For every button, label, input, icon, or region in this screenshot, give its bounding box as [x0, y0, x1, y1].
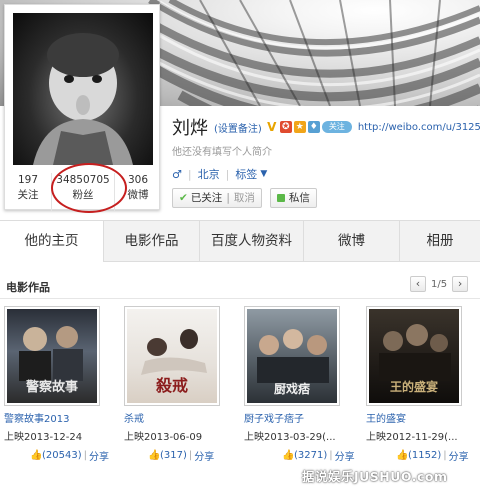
- like-count[interactable]: (317): [160, 450, 187, 461]
- avatar[interactable]: [13, 13, 153, 165]
- tags-link[interactable]: 标签: [235, 166, 257, 182]
- poster-title-text: 警察故事: [26, 379, 78, 395]
- following-label: 关注: [17, 189, 39, 201]
- meta-separator: |: [226, 192, 230, 204]
- profile-url-link[interactable]: http://weibo.com/u/3125046087: [358, 122, 480, 133]
- chevron-down-icon[interactable]: ▼: [260, 169, 267, 179]
- tab-home[interactable]: 他的主页: [0, 221, 104, 262]
- movie-like-row: 👍 (3271) | 分享: [282, 448, 355, 463]
- profile-name: 刘烨: [172, 118, 208, 139]
- movie-release-date: 上映2013-12-24: [4, 432, 83, 443]
- thumbs-up-icon[interactable]: 👍: [282, 450, 294, 461]
- movie-title-link[interactable]: 王的盛宴: [366, 410, 476, 425]
- message-button[interactable]: 私信: [269, 188, 317, 208]
- meta-separator: |: [188, 450, 193, 461]
- movie-release-date: 上映2013-06-09: [124, 432, 203, 443]
- location-link[interactable]: 北京: [198, 166, 220, 182]
- tab-album[interactable]: 相册: [400, 221, 480, 262]
- share-link[interactable]: 分享: [335, 448, 355, 463]
- meta-separator: |: [329, 450, 333, 461]
- unfollow-link[interactable]: 取消: [234, 189, 255, 207]
- poster-title-text: 厨戏痞: [274, 381, 310, 396]
- share-link[interactable]: 分享: [449, 448, 469, 463]
- fans-highlight-circle: [51, 163, 127, 213]
- pager: ‹ 1/5 ›: [410, 276, 469, 292]
- chevron-right-icon[interactable]: ›: [452, 276, 469, 292]
- movie-like-row: 👍 (1152) | 分享: [396, 448, 469, 463]
- meta-separator: |: [83, 450, 87, 461]
- followed-button[interactable]: ✔ 已关注 | 取消: [172, 188, 262, 208]
- like-count[interactable]: (1152): [408, 450, 441, 461]
- thumbs-up-icon[interactable]: 👍: [30, 450, 42, 461]
- message-label: 私信: [288, 192, 310, 204]
- thumbs-up-icon[interactable]: 👍: [396, 450, 408, 461]
- meta-separator: |: [187, 167, 192, 181]
- site-watermark: 据说娱乐JUSHUO.com: [302, 469, 448, 484]
- like-count[interactable]: (3271): [294, 450, 327, 461]
- set-remark-link[interactable]: (设置备注): [214, 120, 262, 135]
- medal-icon[interactable]: ♦: [307, 121, 320, 133]
- movie-poster[interactable]: 王的盛宴: [366, 306, 462, 406]
- check-icon: ✔: [179, 192, 188, 204]
- chevron-left-icon[interactable]: ‹: [410, 276, 426, 292]
- page-indicator: 1/5: [431, 278, 448, 290]
- share-link[interactable]: 分享: [89, 448, 109, 463]
- following-stat[interactable]: 197 关注: [5, 173, 51, 211]
- profile-name-row: 刘烨 (设置备注) V ✪ ★ ♦ 关注 http://weibo.com/u/…: [172, 114, 480, 140]
- tab-baidu-profile[interactable]: 百度人物资料: [200, 221, 304, 262]
- movie-item: 警察故事 警察故事2013 上映2013-12-24: [4, 306, 114, 443]
- movie-release-date: 上映2012-11-29(...: [366, 432, 458, 443]
- movie-like-row: 👍 (20543) | 分享: [30, 448, 109, 463]
- movie-title-link[interactable]: 警察故事2013: [4, 410, 114, 425]
- tab-movies[interactable]: 电影作品: [104, 221, 200, 262]
- profile-intro: 他还没有填写个人简介: [172, 147, 272, 158]
- url-badge-icon[interactable]: 关注: [321, 121, 352, 133]
- like-count[interactable]: (20543): [42, 450, 82, 461]
- movie-item: 厨戏痞 厨子戏子痞子 上映2013-03-29(...: [244, 306, 354, 443]
- verified-icon[interactable]: V: [266, 121, 278, 133]
- tab-weibo[interactable]: 微博: [304, 221, 400, 262]
- movie-item: 殺戒 杀戒 上映2013-06-09: [124, 306, 234, 443]
- section-divider: [0, 298, 480, 299]
- movie-poster[interactable]: 警察故事: [4, 306, 100, 406]
- movie-like-row: 👍 (317) | 分享: [148, 448, 214, 463]
- weibo-profile-page: 197 关注 34850705 粉丝 306 微博 刘烨 (设置备注) V ✪ …: [0, 0, 480, 497]
- section-title: 电影作品: [6, 281, 50, 294]
- level-icon[interactable]: ★: [293, 121, 306, 133]
- movie-poster[interactable]: 厨戏痞: [244, 306, 340, 406]
- meta-separator: |: [443, 450, 447, 461]
- movie-item: 王的盛宴 王的盛宴 上映2012-11-29(...: [366, 306, 476, 443]
- poster-title-text: 殺戒: [155, 376, 188, 395]
- following-count: 197: [17, 174, 38, 186]
- male-icon: ♂: [172, 167, 182, 181]
- movie-title-link[interactable]: 杀戒: [124, 410, 234, 425]
- movie-release-date: 上映2013-03-29(...: [244, 432, 336, 443]
- profile-tabs: 他的主页 电影作品 百度人物资料 微博 相册: [0, 220, 480, 262]
- movie-title-link[interactable]: 厨子戏子痞子: [244, 410, 354, 425]
- followed-label: 已关注: [190, 192, 223, 204]
- thumbs-up-icon[interactable]: 👍: [148, 450, 160, 461]
- poster-title-text: 王的盛宴: [390, 379, 438, 394]
- movie-poster[interactable]: 殺戒: [124, 306, 220, 406]
- message-icon: [276, 194, 285, 202]
- share-link[interactable]: 分享: [194, 448, 214, 463]
- profile-actions: ✔ 已关注 | 取消 私信: [172, 188, 317, 208]
- meta-separator: |: [225, 167, 230, 181]
- avatar-card: 197 关注 34850705 粉丝 306 微博: [4, 4, 160, 213]
- member-icon[interactable]: ✪: [279, 121, 292, 133]
- badge-group: V ✪ ★ ♦ 关注: [266, 121, 354, 133]
- profile-meta-row: ♂ | 北京 | 标签 ▼: [172, 166, 267, 182]
